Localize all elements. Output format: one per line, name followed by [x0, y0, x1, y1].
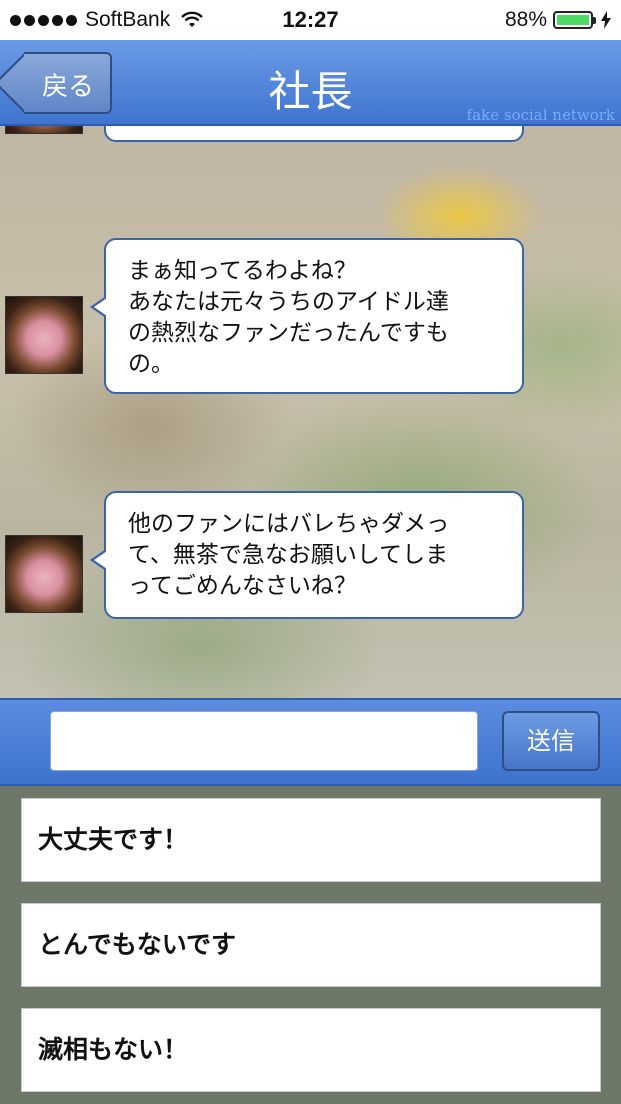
message-line: て、無茶で急なお願いしてしま: [128, 542, 449, 568]
send-button[interactable]: 送信: [502, 711, 600, 771]
avatar: [5, 126, 83, 134]
message-line: 他のファンにはバレちゃダメっ: [128, 511, 450, 537]
carrier-label: SoftBank: [85, 8, 171, 31]
reply-option[interactable]: 滅相もない！: [21, 1008, 601, 1092]
message-bubble-partial: [104, 126, 524, 142]
message-line: ってごめんなさいね？: [128, 573, 357, 599]
battery-percent: 88%: [504, 8, 547, 31]
message-bubble: 他のファンにはバレちゃダメっ て、無茶で急なお願いしてしま ってごめんなさいね？: [90, 491, 524, 619]
status-right: 88%: [505, 8, 611, 32]
message-line: の熱烈なファンだったんですも: [128, 320, 449, 346]
watermark: fake social network: [466, 106, 615, 124]
status-bar: SoftBank 12:27 88%: [0, 0, 621, 40]
avatar: [5, 296, 83, 374]
input-bar: 送信: [0, 698, 621, 786]
message-line: まぁ知ってるわよね？: [128, 258, 357, 284]
reply-options: 大丈夫です！ とんでもないです 滅相もない！: [0, 786, 621, 1104]
message-input[interactable]: [50, 711, 478, 771]
message-line: あなたは元々うちのアイドル達: [128, 289, 449, 315]
avatar: [5, 535, 83, 613]
status-left: SoftBank: [10, 8, 204, 32]
message-bubble: まぁ知ってるわよね？ あなたは元々うちのアイドル達 の熱烈なファンだったんですも…: [90, 238, 524, 394]
nav-bar: 戻る 社長 fake social network: [0, 40, 621, 126]
reply-option[interactable]: とんでもないです: [21, 903, 601, 987]
reply-option[interactable]: 大丈夫です！: [21, 798, 601, 882]
charging-bolt-icon: [601, 11, 611, 29]
chat-area[interactable]: まぁ知ってるわよね？ あなたは元々うちのアイドル達 の熱烈なファンだったんですも…: [0, 126, 621, 698]
wifi-icon: [181, 11, 204, 27]
message-line: の。: [128, 351, 174, 377]
battery-icon: [553, 11, 596, 29]
signal-dots-icon: [10, 14, 77, 26]
